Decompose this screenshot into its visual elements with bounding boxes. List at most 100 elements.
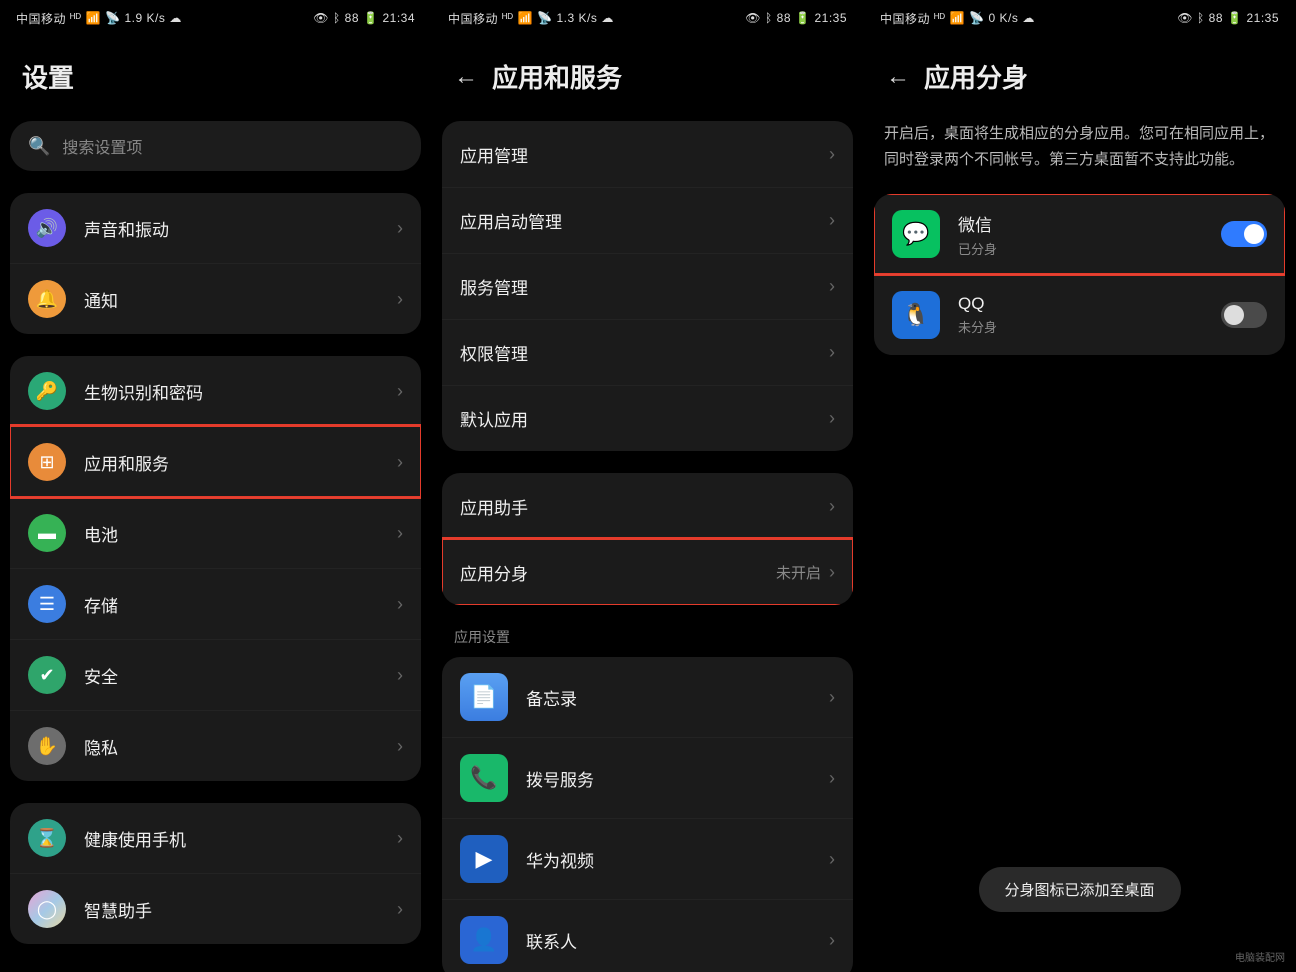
notes-icon: 📄 bbox=[460, 673, 508, 721]
row-app-video[interactable]: ▶ 华为视频 › bbox=[442, 818, 853, 899]
row-app-management[interactable]: 应用管理 › bbox=[442, 121, 853, 187]
carrier-label: 中国移动 bbox=[880, 10, 930, 27]
row-label: 电池 bbox=[84, 521, 397, 546]
wifi-icon: 📡 bbox=[969, 11, 984, 25]
row-biometrics[interactable]: 🔑 生物识别和密码 › bbox=[10, 356, 421, 426]
battery-icon: ▬ bbox=[28, 514, 66, 552]
page-header: ← 应用分身 bbox=[864, 36, 1295, 121]
row-security[interactable]: ✔ 安全 › bbox=[10, 639, 421, 710]
hd-icon: ᴴᴰ bbox=[70, 11, 82, 25]
row-notifications[interactable]: 🔔 通知 › bbox=[10, 263, 421, 334]
apps-group: 应用助手 › 应用分身 未开启 › bbox=[442, 473, 853, 605]
row-label: 应用和服务 bbox=[84, 450, 397, 475]
row-storage[interactable]: ☰ 存储 › bbox=[10, 568, 421, 639]
battery-level: 88 bbox=[1209, 11, 1223, 25]
row-subtitle: 未分身 bbox=[958, 317, 1221, 336]
settings-group: ⌛ 健康使用手机 › ◯ 智慧助手 › bbox=[10, 803, 421, 944]
row-label: 应用管理 bbox=[460, 142, 829, 167]
bluetooth-icon: ᛒ bbox=[765, 11, 773, 25]
wechat-status-icon: ☁ bbox=[1022, 11, 1035, 25]
shield-icon: ✔ bbox=[28, 656, 66, 694]
row-sound[interactable]: 🔊 声音和振动 › bbox=[10, 193, 421, 263]
status-bar: 中国移动 ᴴᴰ 📶 📡 0 K/s ☁ 👁 ᛒ 88 🔋 21:35 bbox=[864, 0, 1295, 36]
page-title: 设置 bbox=[0, 36, 431, 121]
search-icon: 🔍 bbox=[28, 136, 50, 157]
chevron-right-icon: › bbox=[397, 736, 403, 757]
contacts-icon: 👤 bbox=[460, 916, 508, 964]
chevron-right-icon: › bbox=[397, 289, 403, 310]
row-label: QQ bbox=[958, 294, 1221, 314]
battery-level: 88 bbox=[777, 11, 791, 25]
row-label: 生物识别和密码 bbox=[84, 379, 397, 404]
feature-description: 开启后，桌面将生成相应的分身应用。您可在相同应用上，同时登录两个不同帐号。第三方… bbox=[864, 121, 1295, 194]
chevron-right-icon: › bbox=[829, 276, 835, 297]
toast-message: 分身图标已添加至桌面 bbox=[978, 867, 1180, 912]
carrier-label: 中国移动 bbox=[16, 10, 66, 27]
row-service-management[interactable]: 服务管理 › bbox=[442, 253, 853, 319]
row-app-notes[interactable]: 📄 备忘录 › bbox=[442, 657, 853, 737]
row-label: 服务管理 bbox=[460, 274, 829, 299]
row-apps-services[interactable]: ⊞ 应用和服务 › bbox=[10, 426, 421, 497]
row-assistant[interactable]: ◯ 智慧助手 › bbox=[10, 873, 421, 944]
row-twin-wechat[interactable]: 💬 微信 已分身 bbox=[874, 194, 1285, 274]
volume-icon: 🔊 bbox=[28, 209, 66, 247]
row-app-assistant[interactable]: 应用助手 › bbox=[442, 473, 853, 539]
chevron-right-icon: › bbox=[829, 768, 835, 789]
chevron-right-icon: › bbox=[829, 687, 835, 708]
status-bar: 中国移动 ᴴᴰ 📶 📡 1.3 K/s ☁ 👁 ᛒ 88 🔋 21:35 bbox=[432, 0, 863, 36]
chevron-right-icon: › bbox=[829, 930, 835, 951]
page-header: ← 应用和服务 bbox=[432, 36, 863, 121]
row-label: 微信 bbox=[958, 211, 1221, 236]
row-label: 存储 bbox=[84, 592, 397, 617]
clock: 21:35 bbox=[814, 11, 847, 25]
row-label: 通知 bbox=[84, 287, 397, 312]
search-input[interactable]: 🔍 搜索设置项 bbox=[10, 121, 421, 171]
key-icon: 🔑 bbox=[28, 372, 66, 410]
chevron-right-icon: › bbox=[829, 496, 835, 517]
row-default-apps[interactable]: 默认应用 › bbox=[442, 385, 853, 451]
back-button[interactable]: ← bbox=[886, 63, 910, 91]
storage-icon: ☰ bbox=[28, 585, 66, 623]
row-twin-qq[interactable]: 🐧 QQ 未分身 bbox=[874, 274, 1285, 355]
row-value: 未开启 bbox=[776, 562, 821, 583]
battery-icon: 🔋 bbox=[795, 11, 810, 25]
chevron-right-icon: › bbox=[829, 342, 835, 363]
signal-icon: 📶 bbox=[518, 11, 533, 25]
assistant-icon: ◯ bbox=[28, 890, 66, 928]
row-label: 联系人 bbox=[526, 928, 829, 953]
row-label: 智慧助手 bbox=[84, 897, 397, 922]
chevron-right-icon: › bbox=[397, 828, 403, 849]
page-title: 应用和服务 bbox=[492, 58, 622, 95]
chevron-right-icon: › bbox=[829, 408, 835, 429]
row-digital-balance[interactable]: ⌛ 健康使用手机 › bbox=[10, 803, 421, 873]
hd-icon: ᴴᴰ bbox=[502, 11, 514, 25]
row-label: 健康使用手机 bbox=[84, 826, 397, 851]
row-battery[interactable]: ▬ 电池 › bbox=[10, 497, 421, 568]
signal-icon: 📶 bbox=[950, 11, 965, 25]
chevron-right-icon: › bbox=[397, 523, 403, 544]
wechat-icon: 💬 bbox=[892, 210, 940, 258]
video-icon: ▶ bbox=[460, 835, 508, 883]
settings-group: 🔑 生物识别和密码 › ⊞ 应用和服务 › ▬ 电池 › ☰ 存储 › ✔ 安全… bbox=[10, 356, 421, 781]
row-privacy[interactable]: ✋ 隐私 › bbox=[10, 710, 421, 781]
row-app-twin[interactable]: 应用分身 未开启 › bbox=[442, 539, 853, 605]
row-app-contacts[interactable]: 👤 联系人 › bbox=[442, 899, 853, 972]
screenshot-settings: 中国移动 ᴴᴰ 📶 📡 1.9 K/s ☁ 👁 ᛒ 88 🔋 21:34 设置 … bbox=[0, 0, 432, 972]
row-permissions[interactable]: 权限管理 › bbox=[442, 319, 853, 385]
row-label: 声音和振动 bbox=[84, 216, 397, 241]
eye-icon: 👁 bbox=[313, 11, 329, 25]
status-bar: 中国移动 ᴴᴰ 📶 📡 1.9 K/s ☁ 👁 ᛒ 88 🔋 21:34 bbox=[0, 0, 431, 36]
screenshot-apps-services: 中国移动 ᴴᴰ 📶 📡 1.3 K/s ☁ 👁 ᛒ 88 🔋 21:35 ← 应… bbox=[432, 0, 864, 972]
row-app-dialer[interactable]: 📞 拨号服务 › bbox=[442, 737, 853, 818]
apps-group: 应用管理 › 应用启动管理 › 服务管理 › 权限管理 › 默认应用 › bbox=[442, 121, 853, 451]
row-label: 安全 bbox=[84, 663, 397, 688]
toggle-wechat[interactable] bbox=[1221, 221, 1267, 247]
back-button[interactable]: ← bbox=[454, 63, 478, 91]
row-app-launch[interactable]: 应用启动管理 › bbox=[442, 187, 853, 253]
chevron-right-icon: › bbox=[829, 210, 835, 231]
row-label: 隐私 bbox=[84, 734, 397, 759]
toggle-qq[interactable] bbox=[1221, 302, 1267, 328]
battery-icon: 🔋 bbox=[1227, 11, 1242, 25]
chevron-right-icon: › bbox=[829, 562, 835, 583]
chevron-right-icon: › bbox=[397, 665, 403, 686]
